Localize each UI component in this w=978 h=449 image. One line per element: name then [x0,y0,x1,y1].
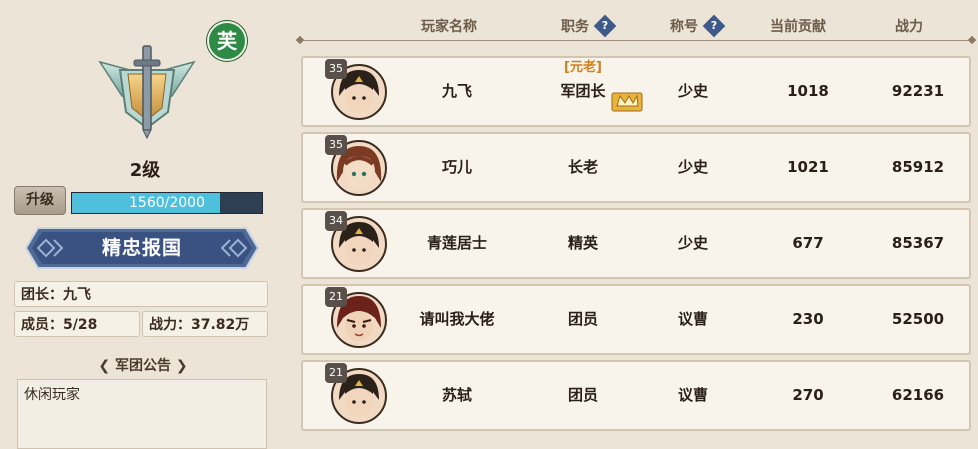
upgrade-button[interactable]: 升级 [14,186,66,215]
leader-field: 团长：九飞 [14,281,268,307]
player-level-badge: 35 [325,59,347,79]
player-level-badge: 21 [325,363,347,383]
player-power: 52500 [891,310,945,328]
player-name: 青莲居士 [426,234,487,252]
guild-emblem-icon [98,45,196,140]
player-title: 议曹 [677,386,708,404]
col-header-name: 玩家名称 [421,19,477,35]
rank-badge-icon: 芙 [207,21,247,61]
guild-name: 精忠报国 [101,237,182,259]
player-contribution: 1021 [787,158,829,176]
col-header-contribution: 当前贡献 [770,19,826,35]
member-row[interactable]: 21 请叫我大佬 团员 议曹 230 52500 [301,284,971,355]
player-contribution: 230 [792,310,824,328]
guild-level: 2级 [129,160,161,181]
player-contribution: 677 [792,234,824,252]
player-role: 长老 [567,158,598,176]
notice-title: ❮ 军团公告 ❯ [86,355,200,375]
xp-progress-text: 1560/2000 [129,195,205,211]
player-power: 92231 [891,82,945,100]
member-count-field: 成员：5/28 [14,311,140,337]
player-contribution: 1018 [787,82,829,100]
xp-progress-bar: 1560/2000 [71,192,263,214]
chevron-right-icon: ❯ [175,358,188,374]
player-power: 85367 [891,234,945,252]
player-title: 议曹 [677,310,708,328]
header-divider [300,40,972,41]
player-role: 军团长 [560,82,606,100]
player-role: 精英 [567,234,598,252]
player-title: 少史 [677,158,708,176]
col-header-role-label: 职务 [561,19,589,35]
player-level-badge: 34 [325,211,347,231]
player-power: 85912 [891,158,945,176]
player-role: 团员 [567,386,598,404]
notice-textbox[interactable]: 休闲玩家 [17,379,267,449]
leader-crown-icon [611,92,643,112]
player-role: 团员 [567,310,598,328]
player-name: 请叫我大佬 [419,310,495,328]
guild-power-field: 战力：37.82万 [142,311,268,337]
player-title: 少史 [677,82,708,100]
col-header-title: 称号? [670,0,726,50]
player-level-badge: 21 [325,287,347,307]
guild-info-panel: 芙 2级 升级 1560/2000 精忠报国 团长：九飞 成员：5/28 战力：… [0,0,285,449]
col-header-power: 战力 [895,19,923,35]
player-name: 九飞 [441,82,472,100]
player-power: 62166 [891,386,945,404]
member-row[interactable]: 21 苏轼 团员 议曹 270 62166 [301,360,971,431]
player-contribution: 270 [792,386,824,404]
member-row[interactable]: 34 青莲居士 精英 少史 677 85367 [301,208,971,279]
member-row[interactable]: 35 巧儿 长老 少史 1021 85912 [301,132,971,203]
chevron-left-icon: ❮ [98,358,111,374]
player-name: 苏轼 [441,386,472,404]
player-title: 少史 [677,234,708,252]
help-icon[interactable]: ? [702,14,726,37]
member-list[interactable]: 35 九飞 [元老] 军团长 少史 1018 92231 35 巧儿 长老 少史… [297,52,978,445]
col-header-title-label: 称号 [670,19,698,35]
help-icon[interactable]: ? [593,14,617,37]
member-row[interactable]: 35 九飞 [元老] 军团长 少史 1018 92231 [301,56,971,127]
player-name: 巧儿 [441,158,472,176]
player-level-badge: 35 [325,135,347,155]
col-header-role: 职务? [561,0,617,50]
guild-name-banner: 精忠报国 [24,226,260,270]
notice-title-text: 军团公告 [115,358,171,374]
